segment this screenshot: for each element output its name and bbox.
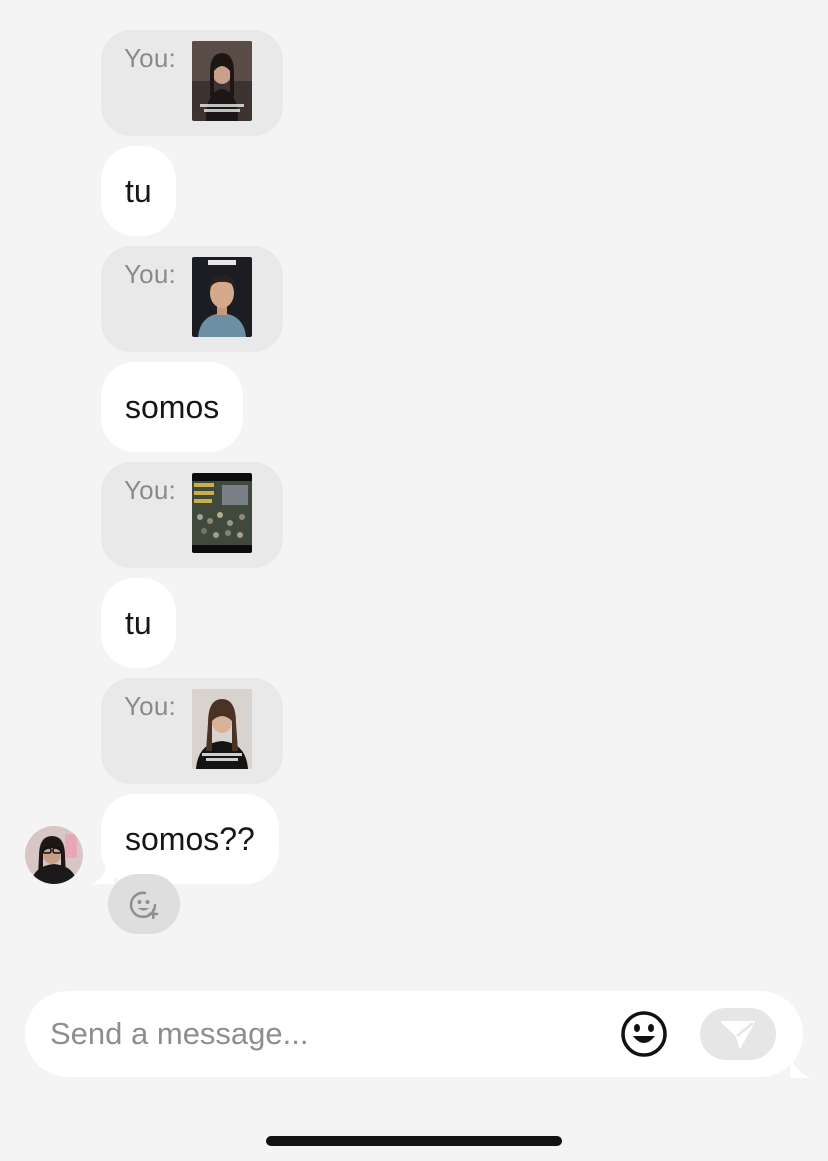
emoji-icon (621, 1011, 667, 1057)
contact-avatar[interactable] (25, 826, 83, 884)
message-text: tu (125, 604, 152, 641)
shared-post-bubble[interactable]: You: (101, 30, 283, 136)
sender-label: You: (124, 43, 176, 73)
message-bubble[interactable]: tu (101, 146, 176, 236)
shared-post-bubble[interactable]: You: (101, 462, 283, 568)
composer-tail (790, 1050, 812, 1078)
shared-post-bubble[interactable]: You: (101, 246, 283, 352)
home-indicator[interactable] (266, 1136, 562, 1146)
message-bubble[interactable]: tu (101, 578, 176, 668)
video-thumbnail[interactable] (192, 41, 252, 121)
message-composer (25, 991, 803, 1077)
message-text: tu (125, 172, 152, 209)
sender-label: You: (124, 475, 176, 505)
chat-screen: You: tu You: somos You: tu You: somos?? … (0, 0, 828, 1161)
video-thumbnail[interactable] (192, 257, 252, 337)
video-thumbnail[interactable] (192, 689, 252, 769)
send-icon (721, 1021, 755, 1048)
add-reaction-button[interactable] (108, 874, 180, 934)
emoji-button[interactable] (619, 1009, 669, 1059)
sender-label: You: (124, 691, 176, 721)
shared-post-bubble[interactable]: You: (101, 678, 283, 784)
message-text: somos?? (125, 820, 255, 857)
video-thumbnail[interactable] (192, 473, 252, 553)
message-bubble[interactable]: somos?? (101, 794, 279, 884)
message-bubble[interactable]: somos (101, 362, 244, 452)
message-input[interactable] (50, 1009, 610, 1059)
message-text: somos (125, 388, 220, 425)
add-reaction-icon (129, 891, 159, 919)
send-button[interactable] (700, 1008, 776, 1060)
sender-label: You: (124, 259, 176, 289)
